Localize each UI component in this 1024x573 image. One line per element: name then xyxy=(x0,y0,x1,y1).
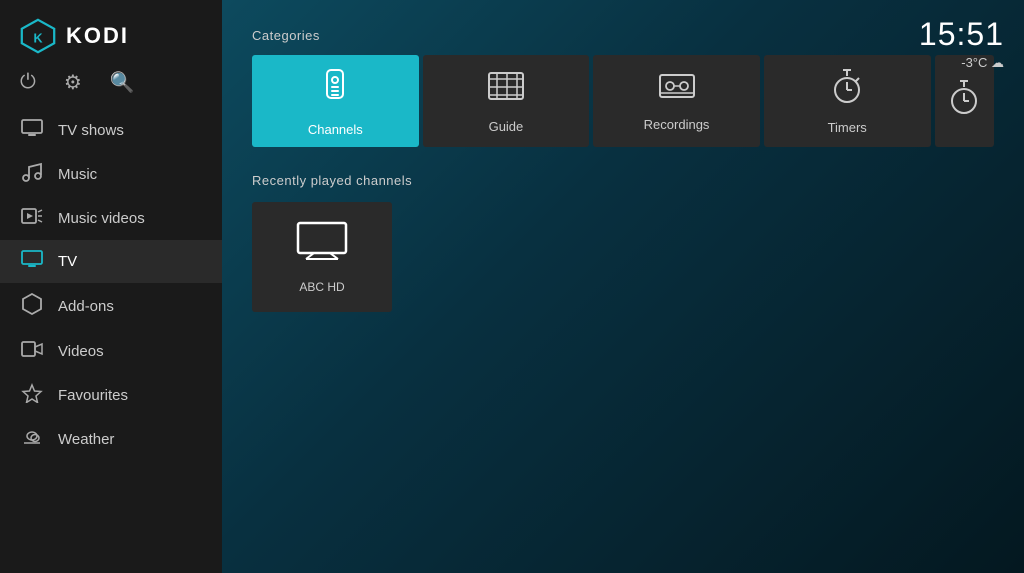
sidebar-item-weather-label: Weather xyxy=(58,431,114,448)
categories-label: Categories xyxy=(252,28,994,43)
sidebar-item-videos[interactable]: Videos xyxy=(0,330,222,373)
logo-area: K KODI xyxy=(0,0,222,64)
svg-text:K: K xyxy=(33,31,42,45)
timers-icon xyxy=(831,68,863,112)
kodi-logo-icon: K xyxy=(20,18,56,54)
top-icons-bar: ⏻ ⚙ 🔍 xyxy=(0,64,222,109)
channels-label: Channels xyxy=(308,122,363,137)
sidebar-item-videos-label: Videos xyxy=(58,343,104,360)
weather-icon xyxy=(20,428,44,451)
categories-row: Channels Guide xyxy=(252,55,994,147)
sidebar-item-favourites[interactable]: Favourites xyxy=(0,373,222,418)
tv-icon xyxy=(20,250,44,273)
timers2-icon xyxy=(948,79,980,123)
favourites-icon xyxy=(20,383,44,408)
tv-shows-icon xyxy=(20,119,44,142)
weather-status: -3°C ☁ xyxy=(919,55,1004,71)
sidebar-item-favourites-label: Favourites xyxy=(58,387,128,404)
channel-abc-hd-icon xyxy=(296,221,348,270)
music-videos-icon xyxy=(20,207,44,230)
videos-icon xyxy=(20,340,44,363)
settings-icon[interactable]: ⚙ xyxy=(64,70,82,95)
sidebar-item-addons[interactable]: Add-ons xyxy=(0,283,222,330)
channel-abc-hd[interactable]: ABC HD xyxy=(252,202,392,312)
category-recordings[interactable]: Recordings xyxy=(593,55,760,147)
app-title: KODI xyxy=(66,23,129,49)
sidebar-item-addons-label: Add-ons xyxy=(58,298,114,315)
sidebar-item-music-videos[interactable]: Music videos xyxy=(0,197,222,240)
sidebar-item-tv-shows[interactable]: TV shows xyxy=(0,109,222,152)
search-icon[interactable]: 🔍 xyxy=(110,70,135,95)
guide-icon xyxy=(487,69,525,111)
power-icon[interactable]: ⏻ xyxy=(20,71,36,94)
nav-menu: TV shows Music M xyxy=(0,109,222,563)
category-timers[interactable]: Timers xyxy=(764,55,931,147)
sidebar-item-weather[interactable]: Weather xyxy=(0,418,222,461)
sidebar-item-music-label: Music xyxy=(58,166,97,183)
clock: 15:51 xyxy=(919,16,1004,53)
recently-played-row: ABC HD xyxy=(252,202,994,312)
timers-label: Timers xyxy=(828,120,867,135)
sidebar-item-tv[interactable]: TV xyxy=(0,240,222,283)
sidebar-item-music[interactable]: Music xyxy=(0,152,222,197)
sidebar-item-tv-shows-label: TV shows xyxy=(58,122,124,139)
recordings-label: Recordings xyxy=(644,117,710,132)
addons-icon xyxy=(20,293,44,320)
time-display: 15:51 -3°C ☁ xyxy=(919,16,1004,71)
sidebar-item-tv-label: TV xyxy=(58,253,77,270)
guide-label: Guide xyxy=(489,119,524,134)
music-icon xyxy=(20,162,44,187)
category-guide[interactable]: Guide xyxy=(423,55,590,147)
sidebar-item-music-videos-label: Music videos xyxy=(58,210,145,227)
category-channels[interactable]: Channels xyxy=(252,55,419,147)
recordings-icon xyxy=(658,71,696,109)
main-content: 15:51 -3°C ☁ Categories Channels xyxy=(222,0,1024,573)
channels-icon xyxy=(315,66,355,114)
recently-label: Recently played channels xyxy=(252,173,994,188)
sidebar: K KODI ⏻ ⚙ 🔍 TV shows xyxy=(0,0,222,573)
channel-abc-hd-label: ABC HD xyxy=(299,280,344,294)
